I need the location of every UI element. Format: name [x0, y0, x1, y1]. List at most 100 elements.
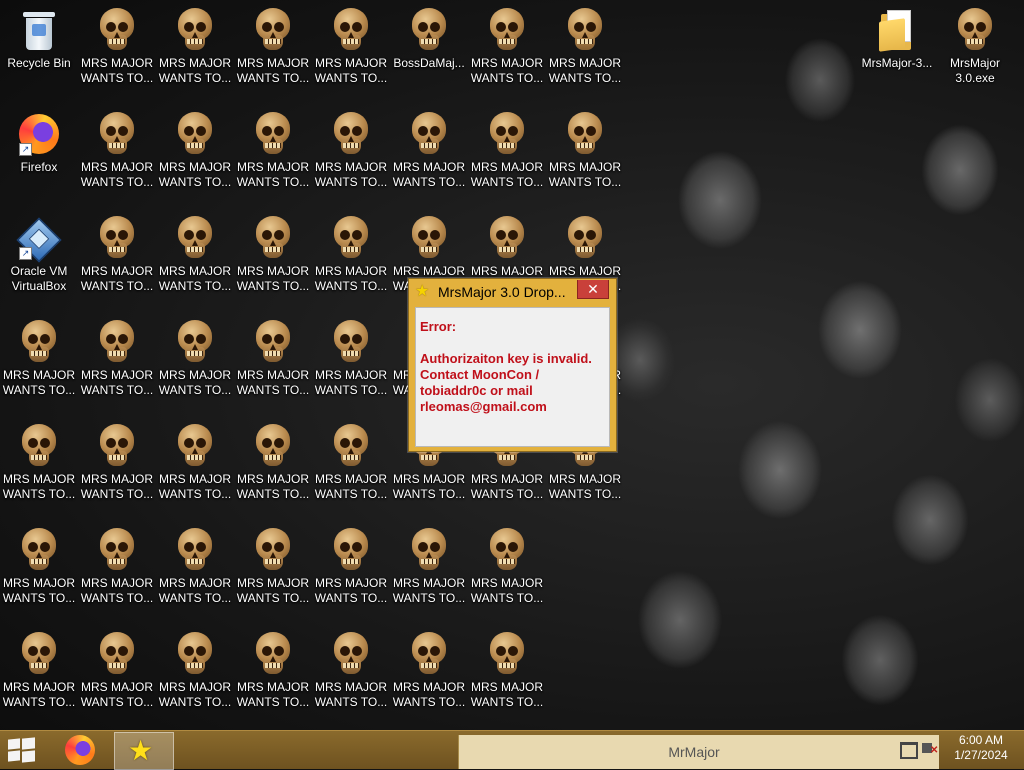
desktop-icon-firefox[interactable]: ↗ Firefox: [2, 106, 76, 198]
skull-icon: [173, 8, 217, 52]
desktop-icon-mrs-major[interactable]: MRS MAJOR WANTS TO...: [158, 418, 232, 510]
desktop-icon-mrs-major[interactable]: MRS MAJOR WANTS TO...: [236, 418, 310, 510]
desktop-icon-mrs-major[interactable]: MRS MAJOR WANTS TO...: [236, 314, 310, 406]
desktop-icon-mrs-major[interactable]: MRS MAJOR WANTS TO...: [80, 314, 154, 406]
desktop-icon-mrs-major[interactable]: MRS MAJOR WANTS TO...: [236, 626, 310, 718]
skull-icon: [251, 112, 295, 156]
icon-label: MRS MAJOR WANTS TO...: [158, 56, 232, 85]
icon-label: MRS MAJOR WANTS TO...: [236, 160, 310, 189]
clock[interactable]: 6:00 AM 1/27/2024: [946, 733, 1016, 763]
desktop-icon-mrs-major[interactable]: MRS MAJOR WANTS TO...: [80, 522, 154, 614]
desktop-icon-bossdamaj[interactable]: BossDaMaj...: [392, 2, 466, 94]
icon-label: MRS MAJOR WANTS TO...: [236, 56, 310, 85]
desktop-icon-mrs-major[interactable]: MRS MAJOR WANTS TO...: [314, 522, 388, 614]
skull-icon: [95, 8, 139, 52]
skull-icon: [485, 528, 529, 572]
skull-icon: [251, 216, 295, 260]
icon-label: MRS MAJOR WANTS TO...: [314, 264, 388, 293]
icon-label: BossDaMaj...: [393, 56, 465, 70]
desktop-icon-mrs-major[interactable]: MRS MAJOR WANTS TO...: [2, 626, 76, 718]
desktop-icon-mrs-major[interactable]: MRS MAJOR WANTS TO...: [80, 418, 154, 510]
desktop-icon-mrs-major[interactable]: MRS MAJOR WANTS TO...: [158, 106, 232, 198]
desktop-icon-mrs-major[interactable]: MRS MAJOR WANTS TO...: [392, 106, 466, 198]
desktop-icon-mrs-major[interactable]: MRS MAJOR WANTS TO...: [2, 314, 76, 406]
desktop-icon-mrs-major[interactable]: MRS MAJOR WANTS TO...: [470, 522, 544, 614]
desktop-icon-mrs-major[interactable]: MRS MAJOR WANTS TO...: [470, 2, 544, 94]
desktop-icon-mrs-major[interactable]: MRS MAJOR WANTS TO...: [236, 106, 310, 198]
icon-label: MRS MAJOR WANTS TO...: [80, 160, 154, 189]
icon-label: MRS MAJOR WANTS TO...: [80, 56, 154, 85]
network-icon[interactable]: [900, 742, 918, 759]
desktop: Recycle Bin ↗ Firefox ↗ Oracle VM Virtua…: [0, 0, 1024, 730]
icon-label: MRS MAJOR WANTS TO...: [80, 264, 154, 293]
desktop-icon-mrs-major[interactable]: MRS MAJOR WANTS TO...: [2, 418, 76, 510]
dialog-title: MrsMajor 3.0 Drop...: [438, 284, 566, 300]
close-button[interactable]: ✕: [577, 280, 609, 299]
skull-icon: [407, 112, 451, 156]
icon-label: MRS MAJOR WANTS TO...: [392, 160, 466, 189]
icon-label: MRS MAJOR WANTS TO...: [548, 160, 622, 189]
desktop-icon-recycle-bin[interactable]: Recycle Bin: [2, 2, 76, 94]
desktop-icon-mrsmajor-exe[interactable]: MrsMajor 3.0.exe: [938, 2, 1012, 94]
icon-label: MRS MAJOR WANTS TO...: [236, 368, 310, 397]
skull-icon: [407, 8, 451, 52]
desktop-icon-mrs-major[interactable]: MRS MAJOR WANTS TO...: [392, 522, 466, 614]
star-icon: ★: [415, 283, 430, 300]
mrmajor-window-bar[interactable]: MrMajor: [458, 735, 939, 769]
desktop-icon-mrs-major[interactable]: MRS MAJOR WANTS TO...: [470, 106, 544, 198]
error-message: Authorizaiton key is invalid. Contact Mo…: [420, 351, 592, 414]
windows-icon: [8, 738, 20, 750]
desktop-icon-mrs-major[interactable]: MRS MAJOR WANTS TO...: [80, 106, 154, 198]
icon-label: MRS MAJOR WANTS TO...: [236, 264, 310, 293]
desktop-icon-mrs-major[interactable]: MRS MAJOR WANTS TO...: [158, 210, 232, 302]
mute-x-icon: ✕: [930, 745, 939, 756]
desktop-icon-mrs-major[interactable]: MRS MAJOR WANTS TO...: [158, 626, 232, 718]
desktop-icon-mrs-major[interactable]: MRS MAJOR WANTS TO...: [470, 626, 544, 718]
desktop-icon-mrs-major[interactable]: MRS MAJOR WANTS TO...: [236, 210, 310, 302]
dialog-titlebar[interactable]: ★ MrsMajor 3.0 Drop... ✕: [409, 279, 616, 305]
desktop-icon-mrs-major[interactable]: MRS MAJOR WANTS TO...: [158, 522, 232, 614]
desktop-icon-mrs-major[interactable]: MRS MAJOR WANTS TO...: [80, 2, 154, 94]
desktop-icon-mrs-major[interactable]: MRS MAJOR WANTS TO...: [2, 522, 76, 614]
icon-label: Recycle Bin: [7, 56, 71, 70]
skull-icon: [173, 424, 217, 468]
desktop-icon-mrs-major[interactable]: MRS MAJOR WANTS TO...: [158, 2, 232, 94]
desktop-icon-mrs-major[interactable]: MRS MAJOR WANTS TO...: [314, 210, 388, 302]
desktop-icon-mrs-major[interactable]: MRS MAJOR WANTS TO...: [314, 418, 388, 510]
taskbar-mrsmajor-app[interactable]: ★: [114, 732, 174, 770]
start-button[interactable]: [8, 737, 36, 763]
desktop-icon-mrs-major[interactable]: MRS MAJOR WANTS TO...: [80, 210, 154, 302]
desktop-icon-mrs-major[interactable]: MRS MAJOR WANTS TO...: [392, 626, 466, 718]
system-tray: ✕: [896, 737, 946, 763]
skull-icon: [17, 424, 61, 468]
desktop-icon-mrs-major[interactable]: MRS MAJOR WANTS TO...: [548, 2, 622, 94]
skull-icon: [329, 8, 373, 52]
desktop-icon-mrsmajor-folder[interactable]: MrsMajor-3...: [860, 2, 934, 94]
icon-label: MRS MAJOR WANTS TO...: [470, 56, 544, 85]
desktop-icon-mrs-major[interactable]: MRS MAJOR WANTS TO...: [314, 626, 388, 718]
desktop-icon-mrs-major[interactable]: MRS MAJOR WANTS TO...: [548, 106, 622, 198]
desktop-icon-virtualbox[interactable]: ↗ Oracle VM VirtualBox: [2, 210, 76, 302]
clock-date: 1/27/2024: [954, 748, 1008, 762]
icon-label: MRS MAJOR WANTS TO...: [158, 472, 232, 501]
icon-label: MRS MAJOR WANTS TO...: [158, 368, 232, 397]
skull-icon: [329, 112, 373, 156]
desktop-icon-mrs-major[interactable]: MRS MAJOR WANTS TO...: [314, 2, 388, 94]
icon-label: MRS MAJOR WANTS TO...: [236, 680, 310, 709]
skull-icon: [251, 424, 295, 468]
skull-icon: [95, 424, 139, 468]
folder-icon: [875, 8, 919, 52]
desktop-icon-mrs-major[interactable]: MRS MAJOR WANTS TO...: [314, 106, 388, 198]
desktop-icon-mrs-major[interactable]: MRS MAJOR WANTS TO...: [236, 522, 310, 614]
icon-label: MRS MAJOR WANTS TO...: [158, 160, 232, 189]
taskbar-firefox[interactable]: [60, 734, 100, 766]
icon-label: MRS MAJOR WANTS TO...: [392, 680, 466, 709]
icon-label: MRS MAJOR WANTS TO...: [158, 680, 232, 709]
icon-label: MRS MAJOR WANTS TO...: [548, 472, 622, 501]
icon-label: MRS MAJOR WANTS TO...: [548, 56, 622, 85]
desktop-icon-mrs-major[interactable]: MRS MAJOR WANTS TO...: [314, 314, 388, 406]
icon-label: MRS MAJOR WANTS TO...: [80, 368, 154, 397]
desktop-icon-mrs-major[interactable]: MRS MAJOR WANTS TO...: [158, 314, 232, 406]
desktop-icon-mrs-major[interactable]: MRS MAJOR WANTS TO...: [80, 626, 154, 718]
desktop-icon-mrs-major[interactable]: MRS MAJOR WANTS TO...: [236, 2, 310, 94]
